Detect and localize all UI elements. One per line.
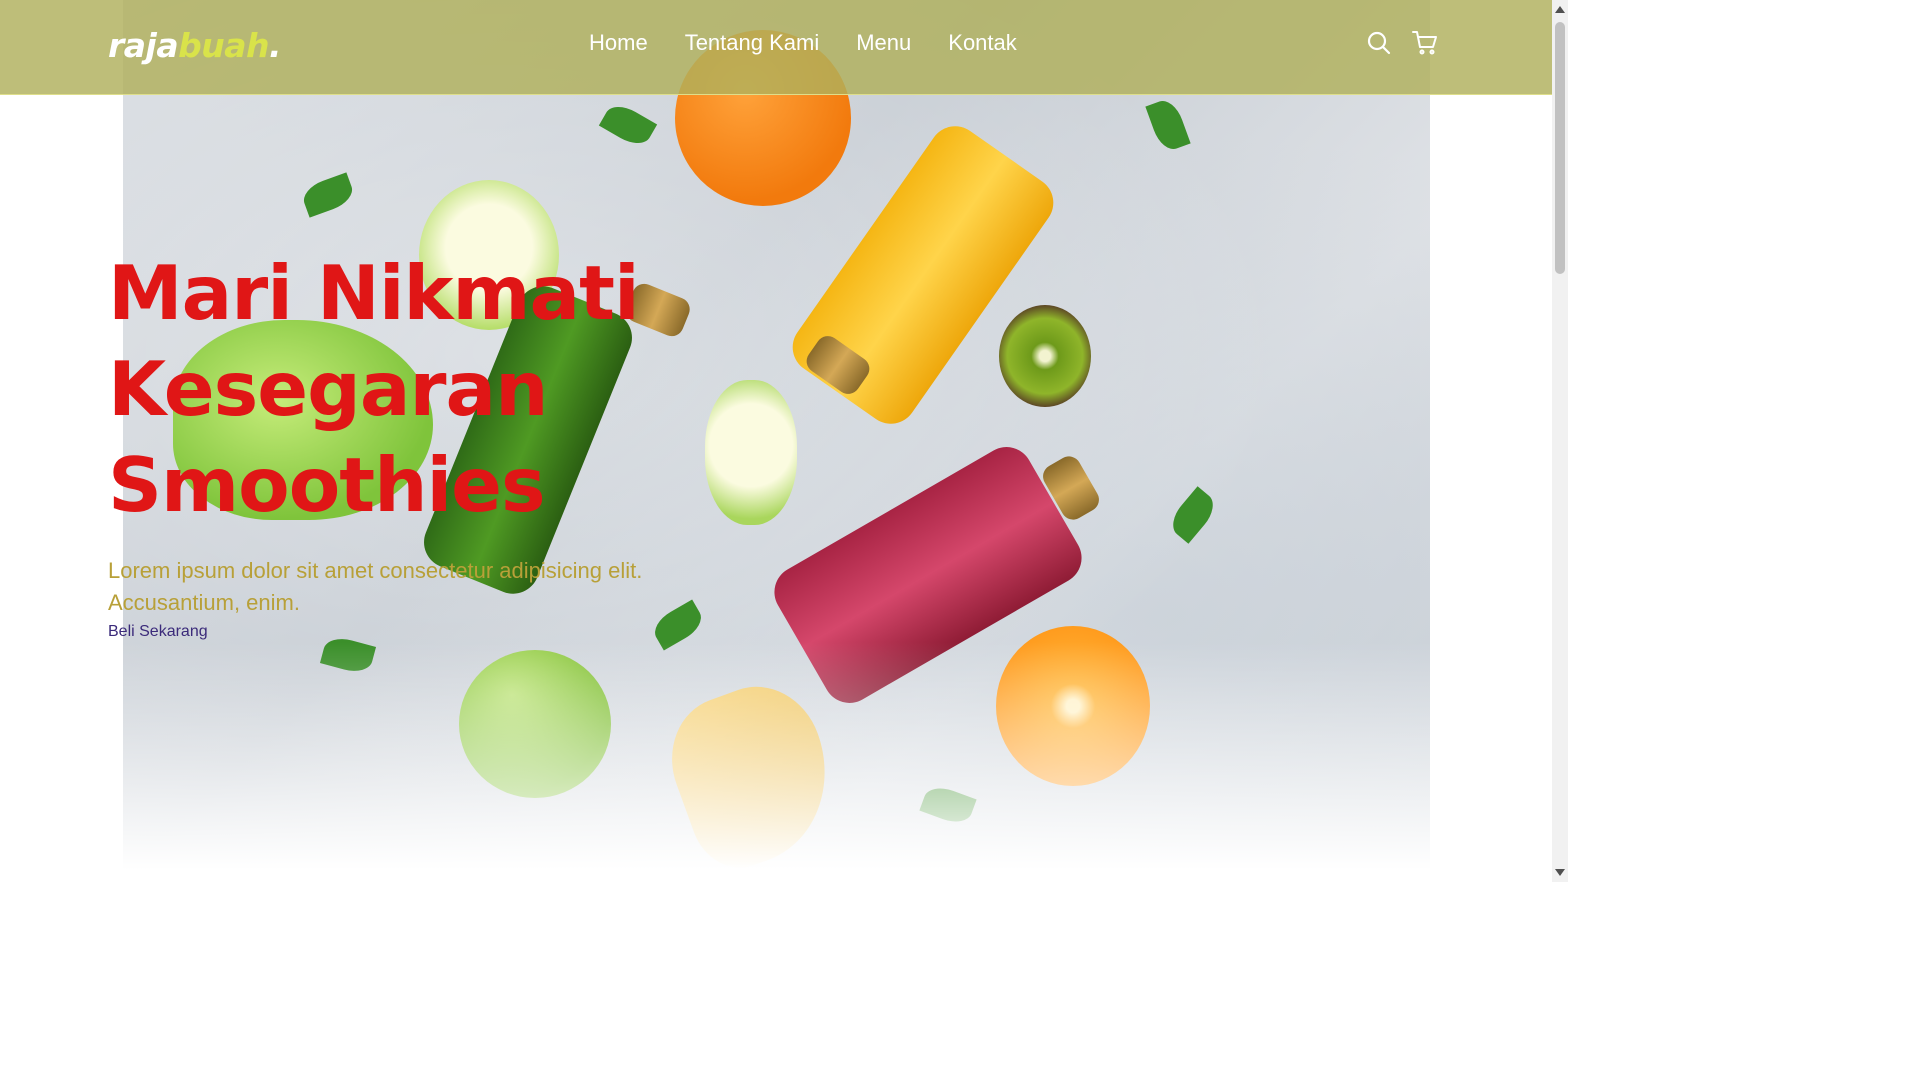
scroll-down-arrow-icon[interactable] xyxy=(1555,869,1565,876)
hero-description: Lorem ipsum dolor sit amet consectetur a… xyxy=(108,558,643,615)
buy-now-link[interactable]: Beli Sekarang xyxy=(108,623,208,641)
scroll-up-arrow-icon[interactable] xyxy=(1555,6,1565,13)
logo[interactable]: rajabuah. xyxy=(108,26,282,65)
hero-fade-overlay xyxy=(123,642,1430,882)
navbar: rajabuah. Home Tentang Kami Menu Kontak xyxy=(0,0,1552,95)
nav-links: Home Tentang Kami Menu Kontak xyxy=(589,30,1017,56)
nav-icons xyxy=(1366,30,1438,56)
parsley-leaf xyxy=(299,172,357,218)
cart-icon[interactable] xyxy=(1412,30,1438,56)
parsley-leaf xyxy=(1165,486,1221,544)
hero-title: Mari Nikmati Kesegaran Smoothies xyxy=(108,245,808,533)
scroll-thumb[interactable] xyxy=(1555,22,1565,274)
nav-link-tentang-kami[interactable]: Tentang Kami xyxy=(685,30,820,56)
hero-title-line-2: Kesegaran xyxy=(108,345,548,433)
parsley-leaf xyxy=(1145,96,1191,154)
logo-part-3: . xyxy=(269,26,282,65)
nav-link-kontak[interactable]: Kontak xyxy=(948,30,1017,56)
parsley-leaf xyxy=(598,99,658,151)
nav-link-menu[interactable]: Menu xyxy=(856,30,911,56)
hero-content: Mari Nikmati Kesegaran Smoothies Lorem i… xyxy=(108,245,808,641)
kiwi-image xyxy=(999,305,1091,407)
nav-link-home[interactable]: Home xyxy=(589,30,648,56)
vertical-scrollbar[interactable] xyxy=(1552,0,1568,882)
logo-part-2: buah xyxy=(178,26,270,65)
logo-part-1: raja xyxy=(108,26,179,65)
hero-title-line-3: Smoothies xyxy=(108,441,546,529)
search-icon[interactable] xyxy=(1366,30,1392,56)
hero-title-line-1: Mari Nikmati xyxy=(108,249,640,337)
